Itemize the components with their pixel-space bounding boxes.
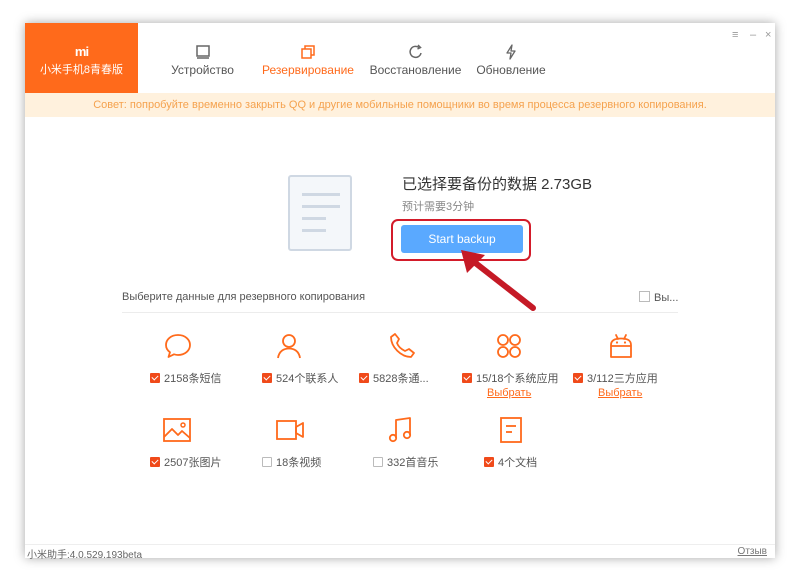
data-item-photos[interactable]: 2507张图片 [150,415,270,485]
tab-backup-label: Резервирование [262,63,354,77]
tab-backup[interactable]: Резервирование [258,23,358,93]
music-icon [388,417,412,443]
divider [122,312,678,313]
select-all-label: Вы... [654,292,679,304]
illustration-line [302,217,326,220]
checkbox-checked[interactable] [484,457,494,467]
tab-update[interactable]: Обновление [470,23,552,93]
data-item-messages[interactable]: 2158条短信 [150,331,270,401]
checkbox-checked[interactable] [150,373,160,383]
close-icon[interactable]: × [765,29,771,41]
header: mi 小米手机8青春版 Устройство Резервирование Во… [25,23,775,93]
checkbox-checked[interactable] [573,373,583,383]
tip-banner: Совет: попробуйте временно закрыть QQ и … [25,93,775,117]
status-bar: 小米助手:4.0.529.193beta Отзыв [25,544,775,561]
selection-label: Выберите данные для резервного копирован… [122,291,366,303]
version-text: 小米助手:4.0.529.193beta [27,550,143,561]
message-icon [165,334,191,358]
document-icon [500,417,522,443]
contacts-icon [277,334,301,359]
backup-size-title: 已选择要备份的数据 2.73GB [402,176,593,193]
item-label: 3/112三方应用 [587,373,658,385]
android-icon [610,334,632,358]
backup-icon [301,45,315,59]
checkbox-checked[interactable] [462,373,472,383]
tab-update-label: Обновление [476,63,546,77]
update-icon [506,44,516,60]
checkbox-checked[interactable] [262,373,272,383]
tab-device[interactable]: Устройство [155,23,250,93]
data-item-system-apps[interactable]: 15/18个系统应用 Выбрать [462,331,582,401]
phone-icon [390,333,415,358]
item-label: 4个文档 [498,457,538,469]
data-item-third-party-apps[interactable]: 3/112三方应用 Выбрать [573,331,693,401]
device-name: 小米手机8青春版 [39,64,124,76]
illustration-line [302,229,326,232]
checkbox-unchecked[interactable] [262,457,272,467]
select-system-apps-link[interactable]: Выбрать [487,387,531,399]
app-window: mi 小米手机8青春版 Устройство Резервирование Во… [25,23,775,561]
checkbox-checked[interactable] [150,457,160,467]
select-all-checkbox[interactable]: Вы... [639,291,678,304]
item-label: 332首音乐 [387,457,439,469]
brand-panel: mi 小米手机8青春版 [25,23,138,93]
feedback-link[interactable]: Отзыв [738,546,767,557]
device-icon [195,45,210,59]
illustration-line [302,193,340,196]
pointer-arrow-icon [461,250,536,311]
tab-device-label: Устройство [171,63,234,77]
mi-logo: mi [74,44,89,59]
tab-restore-label: Восстановление [369,63,462,77]
restore-icon [408,44,422,59]
checkbox-unchecked[interactable] [373,457,383,467]
item-label: 2158条短信 [164,373,222,385]
data-item-music[interactable]: 332首音乐 [373,415,493,485]
image-icon [163,418,191,442]
checkbox-checked[interactable] [359,373,369,383]
tab-restore[interactable]: Восстановление [368,23,463,93]
item-label: 18条视频 [276,457,322,469]
illustration-line [302,205,340,208]
item-label: 2507张图片 [164,457,222,469]
video-icon [276,420,304,440]
backup-eta: 预计需要3分钟 [402,201,475,213]
system-apps-icon [497,334,521,358]
item-label: 15/18个系统应用 [476,373,559,385]
select-third-party-apps-link[interactable]: Выбрать [598,387,642,399]
data-item-documents[interactable]: 4个文档 [484,415,604,485]
minimize-icon[interactable]: – [750,29,756,41]
data-item-videos[interactable]: 18条视频 [262,415,382,485]
data-item-calls[interactable]: 5828条通... [359,331,479,401]
checkbox-box [639,291,650,302]
menu-icon[interactable]: ≡ [732,29,738,41]
item-label: 5828条通... [373,373,429,385]
item-label: 524个联系人 [276,373,339,385]
document-illustration-icon [288,175,352,251]
